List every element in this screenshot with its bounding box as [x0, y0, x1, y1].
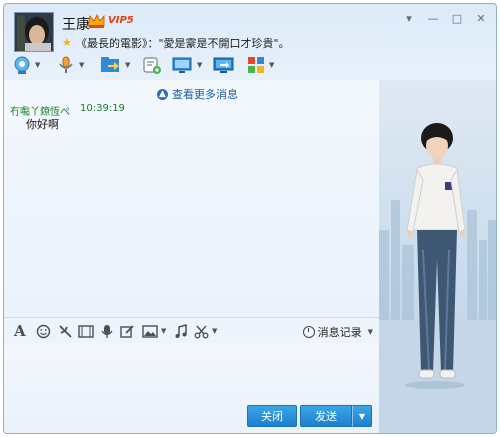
image-button[interactable]: ▼: [142, 323, 166, 339]
message-time: 10:39:19: [80, 103, 125, 114]
close-button[interactable]: 关闭: [247, 405, 297, 427]
apps-button[interactable]: ▼: [246, 54, 274, 76]
font-icon: A: [14, 322, 26, 340]
create-group-icon: [143, 57, 161, 74]
send-file-icon: [101, 57, 119, 72]
chevron-down-icon: ▼: [367, 328, 373, 336]
message-text: 你好啊: [26, 118, 59, 131]
music-button[interactable]: [174, 323, 188, 339]
screenshot-icon: [194, 325, 209, 338]
chevron-down-icon[interactable]: ▼: [35, 61, 40, 69]
chevron-down-icon[interactable]: ▼: [79, 61, 84, 69]
menu-dropdown-button[interactable]: ▾: [402, 12, 416, 26]
edit-image-button[interactable]: [120, 323, 135, 339]
create-group-button[interactable]: [142, 54, 162, 76]
view-more-messages-link[interactable]: ▲ 查看更多消息: [157, 86, 238, 102]
clock-icon: [302, 326, 315, 338]
video-clip-button[interactable]: [78, 323, 94, 339]
chat-toolbar: ▼ ▼ ▼ ▼ ▼: [10, 54, 300, 78]
shake-button[interactable]: [58, 323, 73, 339]
voice-message-button[interactable]: [100, 323, 114, 339]
font-button[interactable]: A: [14, 322, 26, 340]
chat-window: 王康 VIP5 ★ 《最長的電影》："愛是霥是不開口才珍貴"。 ▾ — □ ✕ …: [3, 3, 497, 434]
avatar[interactable]: [14, 12, 54, 52]
star-icon: ★: [62, 36, 72, 49]
input-toolbar: A ▼ ▼ 消息记录 ▼: [4, 317, 379, 343]
edit-image-icon: [120, 324, 134, 338]
message-history-pane[interactable]: ▲ 查看更多消息 冇嚸丫爒恆ぺ 10:39:19 你好啊: [4, 80, 379, 317]
send-file-button[interactable]: ▼: [100, 54, 130, 76]
chevron-down-icon[interactable]: ▼: [161, 327, 166, 335]
screenshot-button[interactable]: ▼: [194, 323, 217, 339]
send-button[interactable]: 发送: [300, 405, 352, 427]
share-screen-icon: [213, 57, 234, 73]
vip-level-label: VIP5: [108, 15, 134, 26]
remote-desktop-button[interactable]: ▼: [172, 54, 202, 76]
maximize-button[interactable]: □: [450, 12, 464, 26]
chevron-down-icon[interactable]: ▼: [125, 61, 130, 69]
message-history-label: 消息记录: [317, 326, 362, 339]
image-icon: [142, 324, 158, 338]
chevron-down-icon[interactable]: ▼: [269, 61, 274, 69]
show-avatar-panel: [379, 80, 496, 433]
voice-call-icon: [59, 56, 73, 73]
share-screen-button[interactable]: [213, 54, 235, 76]
emoji-button[interactable]: [36, 323, 51, 339]
video-clip-icon: [78, 324, 94, 338]
view-more-messages-label: 查看更多消息: [172, 88, 238, 101]
music-icon: [175, 323, 187, 338]
chevron-down-icon[interactable]: ▼: [212, 327, 217, 335]
minimize-button[interactable]: —: [426, 12, 440, 26]
emoji-icon: [36, 324, 51, 338]
video-call-button[interactable]: ▼: [12, 54, 40, 76]
show-figure-image: [379, 123, 496, 433]
personal-signature: 《最長的電影》："愛是霥是不開口才珍貴"。: [76, 37, 290, 50]
voice-call-button[interactable]: ▼: [56, 54, 84, 76]
apps-icon: [248, 57, 264, 73]
send-options-button[interactable]: ▼: [352, 405, 372, 427]
message-history-button[interactable]: 消息记录 ▼: [302, 324, 373, 340]
arrow-up-icon: ▲: [157, 88, 168, 100]
remote-desktop-icon: [172, 57, 192, 73]
voice-message-icon: [101, 324, 113, 338]
video-call-icon: [14, 56, 30, 74]
chevron-down-icon[interactable]: ▼: [197, 61, 202, 69]
close-window-button[interactable]: ✕: [474, 12, 488, 26]
shake-icon: [59, 324, 72, 338]
